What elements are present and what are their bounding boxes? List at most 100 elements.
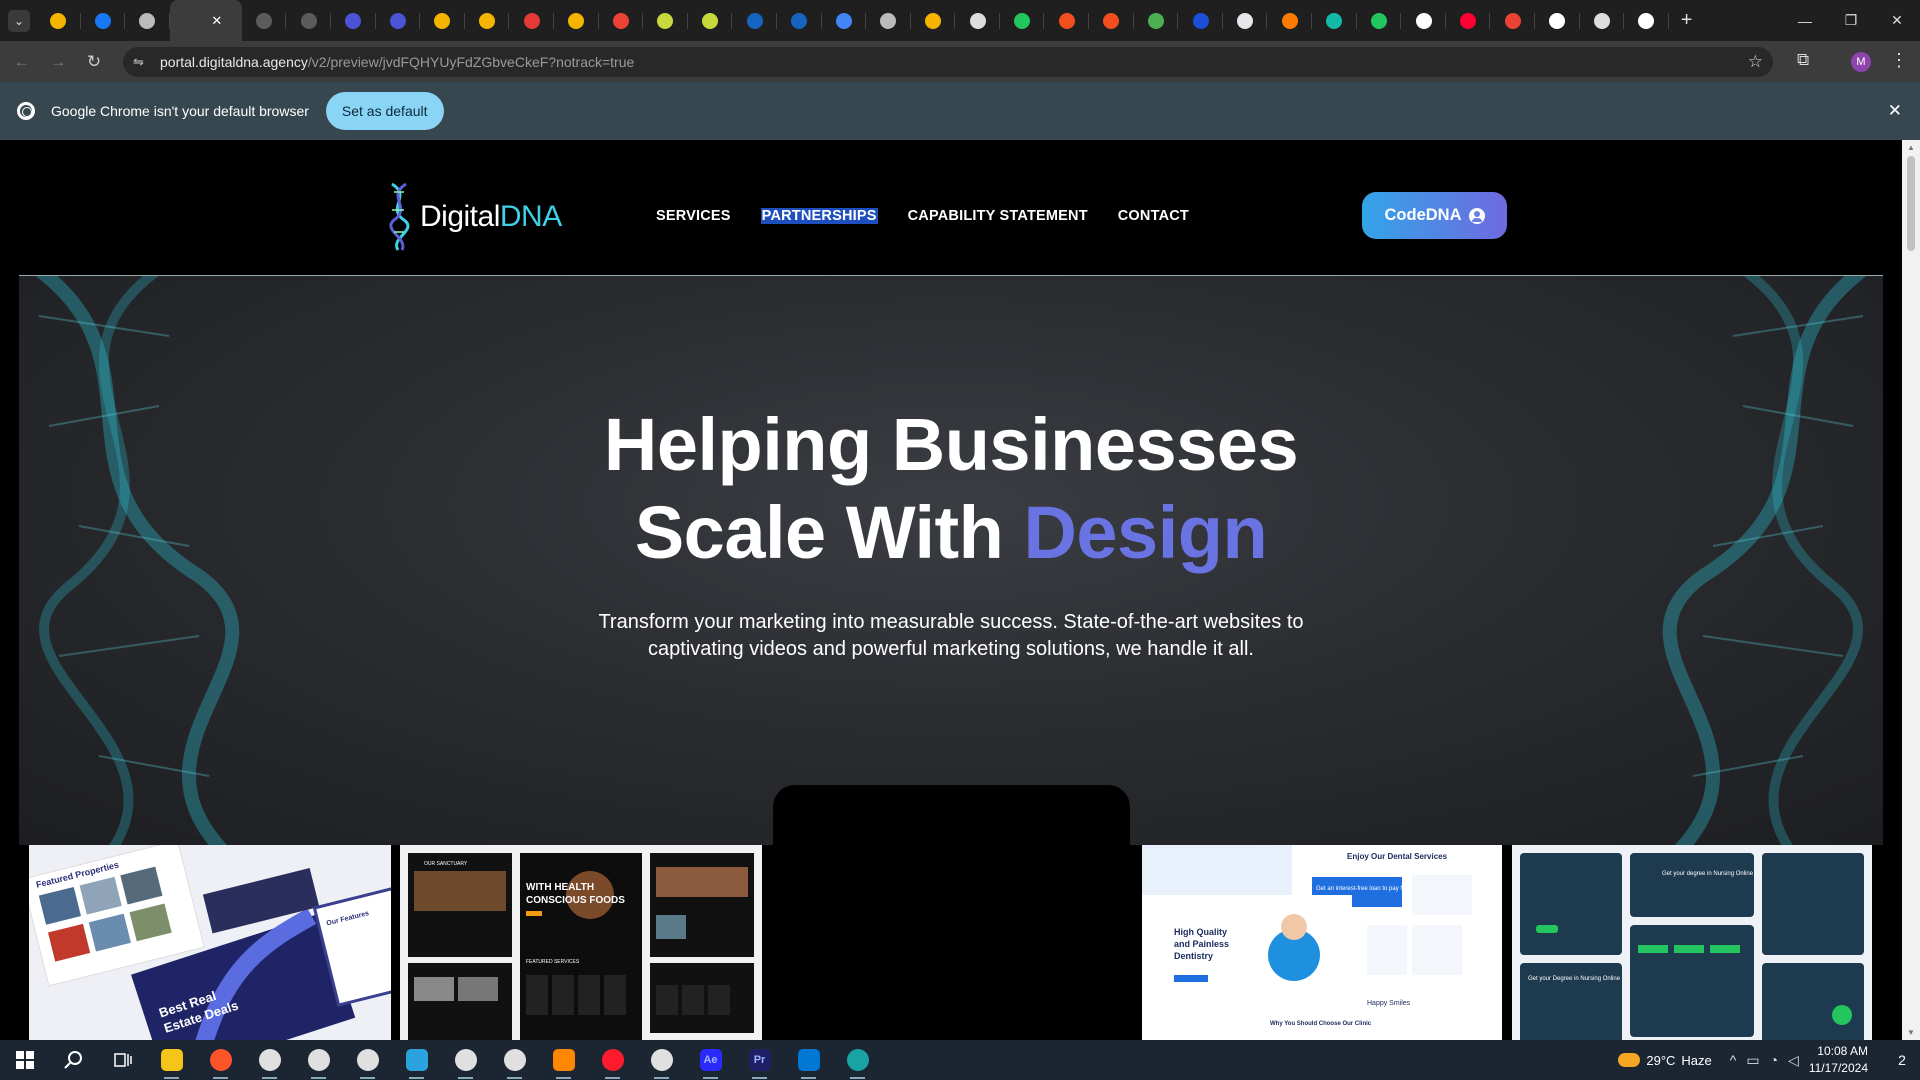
- clock[interactable]: 10:08 AM 11/17/2024: [1809, 1043, 1868, 1077]
- browser-tab[interactable]: [643, 0, 688, 41]
- minimize-button[interactable]: —: [1782, 0, 1828, 41]
- taskbar-app-chrome-2[interactable]: [490, 1040, 539, 1080]
- scroll-down-arrow-icon[interactable]: ▼: [1907, 1028, 1915, 1037]
- url-text[interactable]: portal.digitaldna.agency/v2/preview/jvdF…: [160, 54, 634, 70]
- task-view-button[interactable]: [98, 1040, 147, 1080]
- tray-chevron-icon[interactable]: ^: [1730, 1052, 1737, 1068]
- page-scrollbar[interactable]: ▲ ▼: [1902, 140, 1920, 1040]
- browser-tab[interactable]: [465, 0, 510, 41]
- browser-tab[interactable]: [955, 0, 1000, 41]
- browser-menu-icon[interactable]: ⋮: [1890, 50, 1908, 71]
- set-as-default-button[interactable]: Set as default: [325, 92, 444, 130]
- taskbar-app-brave[interactable]: [196, 1040, 245, 1080]
- taskbar-app-chrome[interactable]: [294, 1040, 343, 1080]
- start-button[interactable]: [0, 1040, 49, 1080]
- browser-tab[interactable]: [1223, 0, 1268, 41]
- browser-tab[interactable]: [866, 0, 911, 41]
- browser-tab[interactable]: [1535, 0, 1580, 41]
- forward-icon[interactable]: →: [44, 48, 72, 76]
- t3-head2: and Painless: [1174, 939, 1229, 949]
- browser-tab[interactable]: [36, 0, 81, 41]
- scroll-up-arrow-icon[interactable]: ▲: [1907, 143, 1915, 152]
- scrollbar-thumb[interactable]: [1907, 156, 1915, 251]
- bookmark-star-icon[interactable]: ☆: [1748, 52, 1763, 72]
- browser-tab[interactable]: [376, 0, 421, 41]
- browser-tab[interactable]: [1401, 0, 1446, 41]
- browser-tab[interactable]: [1624, 0, 1669, 41]
- close-window-button[interactable]: ✕: [1874, 0, 1920, 41]
- codedna-button[interactable]: CodeDNA: [1362, 192, 1507, 239]
- browser-tab[interactable]: [1044, 0, 1089, 41]
- taskbar-app-telegram[interactable]: [392, 1040, 441, 1080]
- browser-tab[interactable]: [331, 0, 376, 41]
- browser-tab[interactable]: [554, 0, 599, 41]
- browser-tab[interactable]: [599, 0, 644, 41]
- tab-search-icon[interactable]: ⌄: [8, 9, 30, 32]
- browser-tab[interactable]: [1089, 0, 1134, 41]
- browser-tab[interactable]: [242, 0, 287, 41]
- site-info-icon[interactable]: ⇋: [133, 54, 151, 70]
- browser-tab[interactable]: [1490, 0, 1535, 41]
- browser-tab[interactable]: [1267, 0, 1312, 41]
- taskbar-app-chrome-profile-c[interactable]: [343, 1040, 392, 1080]
- browser-tab[interactable]: [420, 0, 465, 41]
- tablet-mode-icon[interactable]: ▭: [1746, 1052, 1759, 1069]
- nav-contact[interactable]: CONTACT: [1118, 208, 1189, 224]
- browser-tab[interactable]: [777, 0, 822, 41]
- nav-partnerships[interactable]: PARTNERSHIPS: [760, 208, 878, 224]
- browser-tab[interactable]: [286, 0, 331, 41]
- wifi-icon[interactable]: ◔: [1770, 1052, 1778, 1068]
- browser-tab[interactable]: [1312, 0, 1357, 41]
- tab-close-icon[interactable]: ✕: [211, 13, 222, 29]
- taskbar-app-vscode[interactable]: [784, 1040, 833, 1080]
- taskbar-app-file-explorer[interactable]: [147, 1040, 196, 1080]
- volume-icon[interactable]: ◁: [1788, 1052, 1799, 1069]
- video-placeholder[interactable]: [773, 785, 1130, 1040]
- taskbar-app-edge[interactable]: [833, 1040, 882, 1080]
- nav-capability-statement[interactable]: CAPABILITY STATEMENT: [908, 208, 1088, 224]
- nav-services[interactable]: SERVICES: [656, 208, 731, 224]
- portfolio-thumb-fitness[interactable]: OUR SANCTUARY WITH HEALTH CONSCIOUS FOOD…: [400, 845, 762, 1040]
- tab-favicon-icon: [1549, 12, 1566, 29]
- t2-label: FEATURED SERVICES: [526, 959, 580, 965]
- portfolio-thumb-dental[interactable]: Enjoy Our Dental Services Get an interes…: [1142, 845, 1502, 1040]
- portfolio-thumb-nursing[interactable]: Get your degree in Nursing Online Get yo…: [1512, 845, 1872, 1040]
- portfolio-thumb-real-estate[interactable]: Featured Properties Best Real Estate Dea…: [29, 845, 391, 1040]
- taskbar-app-after-effects[interactable]: Ae: [686, 1040, 735, 1080]
- browser-tab[interactable]: [509, 0, 554, 41]
- new-tab-button[interactable]: +: [1681, 9, 1693, 32]
- omnibox[interactable]: ⇋ portal.digitaldna.agency/v2/preview/jv…: [123, 47, 1773, 77]
- browser-tab[interactable]: [688, 0, 733, 41]
- notification-center-button[interactable]: 2: [1884, 1040, 1920, 1080]
- taskbar-app-opera[interactable]: [588, 1040, 637, 1080]
- reload-icon[interactable]: ↻: [80, 48, 108, 76]
- hero-title-line1: Helping Businesses: [603, 403, 1299, 486]
- browser-tab[interactable]: [1446, 0, 1491, 41]
- weather-widget[interactable]: 29°C Haze: [1618, 1053, 1712, 1068]
- extensions-icon[interactable]: ⧉: [1797, 50, 1809, 70]
- taskbar-app-vlc[interactable]: [539, 1040, 588, 1080]
- browser-tab[interactable]: [1000, 0, 1045, 41]
- restore-button[interactable]: ❐: [1828, 0, 1874, 41]
- browser-tab[interactable]: [81, 0, 126, 41]
- infobar-close-icon[interactable]: ✕: [1888, 101, 1902, 121]
- taskbar-app-chrome-profile-m[interactable]: [245, 1040, 294, 1080]
- browser-tab[interactable]: [1178, 0, 1223, 41]
- url-host: portal.digitaldna.agency: [160, 54, 308, 70]
- back-icon[interactable]: ←: [8, 48, 36, 76]
- browser-tab[interactable]: [125, 0, 170, 41]
- profile-avatar[interactable]: M: [1851, 52, 1871, 72]
- tab-favicon-icon: [523, 12, 540, 29]
- taskbar-app-chrome-profile-k[interactable]: [637, 1040, 686, 1080]
- browser-tab[interactable]: [1357, 0, 1402, 41]
- taskbar-app-premiere-pro[interactable]: Pr: [735, 1040, 784, 1080]
- browser-tab[interactable]: [732, 0, 777, 41]
- browser-tab[interactable]: ✕: [169, 0, 242, 41]
- browser-tab[interactable]: [822, 0, 867, 41]
- browser-tab[interactable]: [911, 0, 956, 41]
- search-button[interactable]: [49, 1040, 98, 1080]
- browser-tab[interactable]: [1134, 0, 1179, 41]
- site-logo[interactable]: DigitalDNA: [382, 180, 562, 254]
- browser-tab[interactable]: [1580, 0, 1625, 41]
- taskbar-app-chrome-profile-m2[interactable]: [441, 1040, 490, 1080]
